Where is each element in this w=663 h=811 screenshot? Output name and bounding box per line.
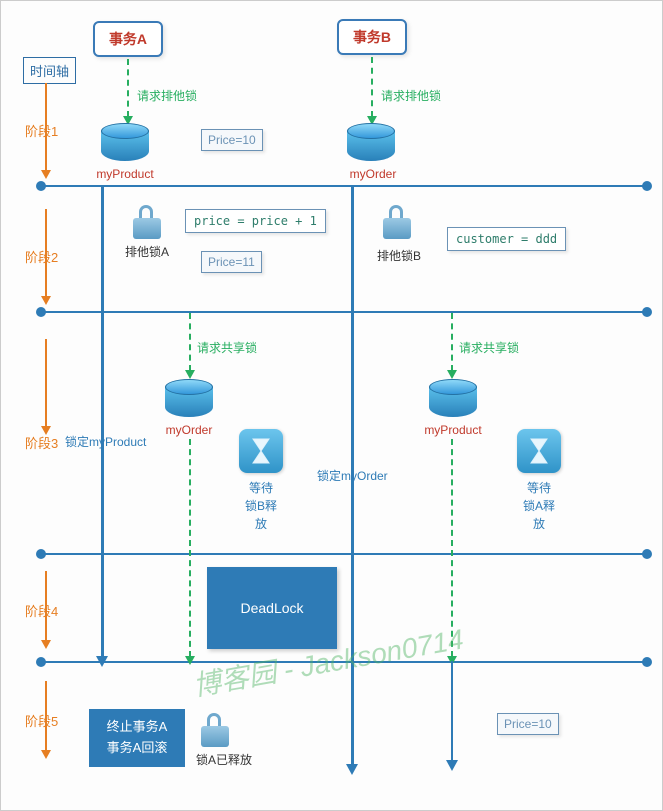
req-exlock-b-arrow (371, 57, 373, 117)
req-share-a-arrow (189, 313, 191, 371)
db-myproduct-2 (429, 379, 477, 421)
code-customer: customer = ddd (447, 227, 566, 251)
lock-icon-released (201, 713, 229, 747)
hline-4 (41, 661, 647, 663)
req-share-b-arrow (451, 313, 453, 371)
phase-4-label: 阶段4 (25, 601, 58, 620)
lock-a-label: 排他锁A (117, 243, 177, 260)
req-exlock-b-label: 请求排他锁 (381, 87, 441, 104)
db-myorder-2-label: myOrder (149, 423, 229, 437)
db-myorder-1 (347, 123, 395, 165)
lock-b-label: 排他锁B (369, 247, 429, 264)
phase-3-label: 阶段3 (25, 433, 58, 452)
db-myorder-2 (165, 379, 213, 421)
req-exlock-a-label: 请求排他锁 (137, 87, 197, 104)
db-myproduct-1-label: myProduct (85, 167, 165, 181)
db-myproduct-1 (101, 123, 149, 165)
phase-5-label: 阶段5 (25, 711, 58, 730)
locked-order-label: 锁定myOrder (317, 467, 388, 484)
lock-icon-b (383, 205, 411, 239)
hourglass-a-icon (239, 429, 283, 473)
price-10-box-2: Price=10 (497, 713, 559, 735)
transaction-a-box: 事务A (93, 21, 163, 57)
hline-2 (41, 311, 647, 313)
time-axis-seg3 (45, 339, 47, 427)
req-share-b-label: 请求共享锁 (459, 339, 519, 356)
db-myorder-1-label: myOrder (333, 167, 413, 181)
price-10-box-1: Price=10 (201, 129, 263, 151)
code-inc-price: price = price + 1 (185, 209, 326, 233)
phase-1-label: 阶段1 (25, 121, 58, 140)
price-11-box: Price=11 (201, 251, 262, 273)
req-share-a-label: 请求共享锁 (197, 339, 257, 356)
lock-icon-a (133, 205, 161, 239)
green-a-cont (189, 439, 191, 657)
hourglass-b-icon (517, 429, 561, 473)
lane-b-cont (451, 661, 453, 761)
hline-3 (41, 553, 647, 555)
wait-a-text: 等待锁B释放 (236, 479, 286, 533)
req-exlock-a-arrow (127, 59, 129, 117)
transaction-b-box: 事务B (337, 19, 407, 55)
time-axis-label: 时间轴 (23, 57, 76, 84)
lane-a-main (101, 185, 104, 657)
locked-product-label: 锁定myProduct (65, 433, 146, 450)
deadlock-diagram: 事务A 事务B 时间轴 阶段1 阶段2 阶段3 阶段4 阶段5 请求排他锁 请求… (0, 0, 663, 811)
lock-released-label: 锁A已释放 (189, 751, 259, 768)
terminate-box: 终止事务A事务A回滚 (89, 709, 185, 767)
wait-b-text: 等待锁A释放 (514, 479, 564, 533)
phase-2-label: 阶段2 (25, 247, 58, 266)
deadlock-box: DeadLock (207, 567, 337, 649)
green-b-cont (451, 439, 453, 657)
db-myproduct-2-label: myProduct (413, 423, 493, 437)
hline-1 (41, 185, 647, 187)
